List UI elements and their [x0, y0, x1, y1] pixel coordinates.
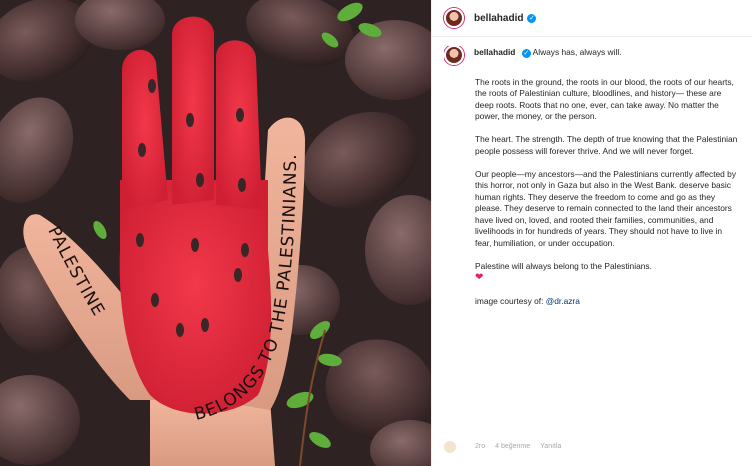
post-header: bellahadid ✓ [432, 0, 752, 37]
caption-body: The roots in the ground, the roots in ou… [444, 77, 740, 308]
credit-prefix: image courtesy of: [475, 295, 546, 306]
caption-username[interactable]: bellahadid [474, 47, 515, 57]
caption-paragraph: Palestine will always belong to the Pale… [475, 260, 652, 271]
caption-paragraph: Our people—my ancestors—and the Palestin… [475, 168, 737, 248]
caption-header: bellahadid ✓ Always has, always will. [444, 46, 740, 65]
caption-intro: Always has, always will. [532, 47, 622, 57]
avatar[interactable] [444, 8, 464, 28]
verified-badge-icon: ✓ [521, 49, 531, 58]
caption-paragraph: The roots in the ground, the roots in ou… [475, 76, 734, 122]
reply-button[interactable]: Yanıtla [540, 443, 561, 450]
caption-avatar[interactable] [444, 46, 464, 65]
caption: bellahadid ✓ Always has, always will. Th… [444, 46, 740, 426]
verified-badge-icon: ✓ [527, 13, 537, 23]
username-header[interactable]: bellahadid [474, 13, 523, 24]
post-sidebar: bellahadid ✓ bellahadid ✓ Always has, al… [431, 0, 752, 466]
comment-footer: 2ro 4 beğenme Yanıtla [444, 438, 740, 454]
instagram-post: PALESTINE BELONGS TO THE PALESTINIANS. b… [0, 0, 752, 466]
hand-photo: PALESTINE BELONGS TO THE PALESTINIANS. [0, 0, 431, 466]
caption-paragraph: The heart. The strength. The depth of tr… [475, 134, 738, 156]
comment-likes[interactable]: 4 beğenme [495, 443, 530, 450]
heart-icon: ❤ [475, 272, 484, 283]
image-credit: image courtesy of: @dr.azra [475, 296, 740, 308]
post-photo[interactable]: PALESTINE BELONGS TO THE PALESTINIANS. [0, 0, 431, 466]
credit-mention-link[interactable]: @dr.azra [546, 296, 580, 306]
commenter-avatar [444, 441, 456, 453]
comment-time: 2ro [475, 442, 486, 450]
caption-paragraph-wrap: Palestine will always belong to the Pale… [475, 261, 740, 285]
